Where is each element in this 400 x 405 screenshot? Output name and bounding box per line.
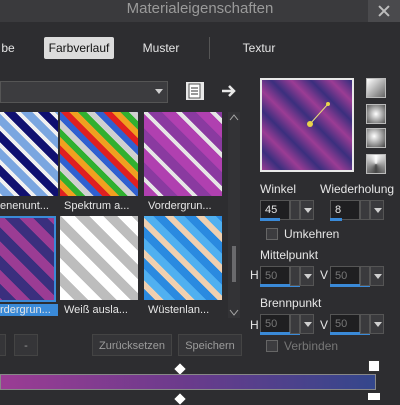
center-v-spinner[interactable] xyxy=(360,266,370,286)
close-icon[interactable] xyxy=(368,0,400,22)
focal-h-prefix: H xyxy=(250,318,259,332)
tab-farbe[interactable]: be xyxy=(0,37,22,59)
tab-muster[interactable]: Muster xyxy=(128,37,194,59)
radial-gradient-icon[interactable] xyxy=(366,104,386,124)
center-point-label: Mittelpunkt xyxy=(260,248,319,262)
invert-label: Umkehren xyxy=(284,227,340,241)
center-h-spinner[interactable] xyxy=(290,266,300,286)
repeat-input[interactable]: 8 xyxy=(330,200,360,220)
swatch-preview xyxy=(0,218,54,300)
arrow-right-icon[interactable] xyxy=(220,82,238,100)
center-h-input[interactable]: 50 xyxy=(260,266,290,286)
sunburst-gradient-icon[interactable] xyxy=(366,154,386,174)
swatch-preview xyxy=(0,112,58,196)
swatch-tile[interactable] xyxy=(144,216,222,300)
swatch-preview xyxy=(60,112,138,196)
midpoint-marker-bottom[interactable] xyxy=(174,393,186,405)
rectangular-gradient-icon[interactable] xyxy=(366,128,386,148)
focal-v-spinner[interactable] xyxy=(360,314,370,334)
invert-checkbox[interactable] xyxy=(266,228,278,240)
center-h-prefix: H xyxy=(250,268,259,282)
focal-h-input[interactable]: 50 xyxy=(260,314,290,334)
gradient-preview[interactable] xyxy=(260,78,354,172)
tab-separator xyxy=(209,37,210,59)
swatch-label: Weiß ausla... xyxy=(64,304,128,316)
swatch-label: enenunt... xyxy=(0,200,49,212)
swatch-label: Spektrum a... xyxy=(64,200,130,212)
swatch-preview xyxy=(144,216,222,300)
color-stop-handle[interactable] xyxy=(368,393,380,400)
window-title: Materialeigenschaften xyxy=(126,0,274,17)
repeat-spinner[interactable] xyxy=(360,200,370,220)
focal-v-prefix: V xyxy=(320,318,329,332)
link-checkbox[interactable] xyxy=(266,340,278,352)
linear-gradient-icon[interactable] xyxy=(366,78,386,98)
swatch-tile-selected[interactable] xyxy=(0,216,56,302)
remove-button[interactable]: - xyxy=(14,334,38,356)
swatch-label: Wüstenlan... xyxy=(148,304,210,316)
repeat-label: Wiederholung xyxy=(320,182,395,196)
swatch-scrollbar[interactable] xyxy=(228,112,240,318)
swatch-label-selected: rdergrun... xyxy=(0,304,58,316)
browse-folder-icon[interactable] xyxy=(186,82,204,100)
angle-label: Winkel xyxy=(260,182,297,196)
focal-point-label: Brennpunkt xyxy=(260,296,322,310)
angle-spinner[interactable] xyxy=(290,200,300,220)
focal-h-spinner[interactable] xyxy=(290,314,300,334)
center-v-dropdown[interactable] xyxy=(370,266,384,286)
tab-farbverlauf[interactable]: Farbverlauf xyxy=(44,37,114,59)
focal-v-input[interactable]: 50 xyxy=(330,314,360,334)
swatch-label: Vordergrun... xyxy=(148,200,212,212)
link-label: Verbinden xyxy=(284,339,339,353)
center-h-dropdown[interactable] xyxy=(300,266,314,286)
save-button[interactable]: Speichern xyxy=(178,334,242,356)
tab-textur[interactable]: Textur xyxy=(224,37,294,59)
center-v-prefix: V xyxy=(320,268,329,282)
swatch-preview xyxy=(60,216,138,300)
swatch-tile[interactable] xyxy=(0,112,64,196)
angle-dropdown[interactable] xyxy=(300,200,314,220)
midpoint-marker-top[interactable] xyxy=(174,363,186,375)
swatch-preview xyxy=(144,112,222,196)
swatch-tile[interactable] xyxy=(144,112,222,196)
focal-h-dropdown[interactable] xyxy=(300,314,314,334)
category-dropdown[interactable] xyxy=(0,81,168,103)
color-stop-marker[interactable] xyxy=(368,360,380,372)
repeat-slider-bar xyxy=(330,218,342,221)
swatch-tile[interactable] xyxy=(60,112,138,196)
repeat-dropdown[interactable] xyxy=(370,200,384,220)
center-v-input[interactable]: 50 xyxy=(330,266,360,286)
add-button[interactable] xyxy=(0,334,6,356)
chevron-down-icon xyxy=(155,89,163,94)
angle-slider-bar xyxy=(260,218,280,221)
angle-input[interactable]: 45 xyxy=(260,200,290,220)
reset-button[interactable]: Zurücksetzen xyxy=(92,334,172,356)
swatch-tile[interactable] xyxy=(60,216,138,300)
gradient-editor-bar[interactable] xyxy=(0,374,376,390)
focal-v-dropdown[interactable] xyxy=(370,314,384,334)
